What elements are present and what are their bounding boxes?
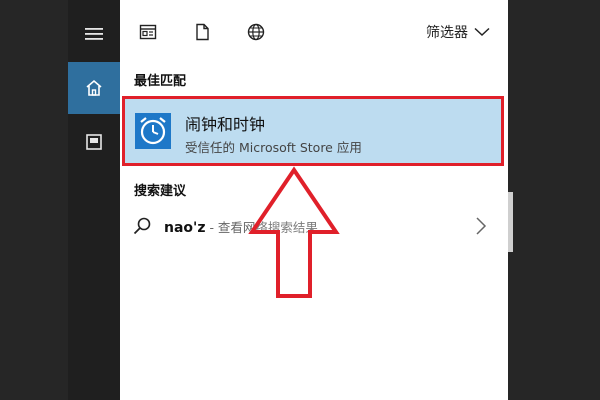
chevron-down-icon: [474, 27, 490, 37]
best-match-result[interactable]: 闹钟和时钟 受信任的 Microsoft Store 应用: [122, 96, 504, 166]
search-suggestion-item[interactable]: nao'z - 查看网络搜索结果: [120, 206, 508, 246]
search-results-panel: 筛选器 最佳匹配 闹钟和时钟 受信任的 Microsoft Store 应用 搜…: [120, 0, 508, 400]
suggestion-query: nao'z: [164, 220, 206, 236]
filter-label: 筛选器: [426, 25, 468, 41]
app-name: 闹钟和时钟: [185, 115, 266, 134]
recent-documents-button[interactable]: [68, 116, 120, 168]
home-button[interactable]: [68, 62, 120, 114]
web-filter-button[interactable]: [244, 20, 268, 44]
document-icon: [196, 23, 209, 41]
globe-icon: [247, 23, 265, 41]
background-left: [0, 0, 68, 400]
home-icon: [86, 79, 102, 96]
search-filter-bar: 筛选器: [120, 0, 508, 62]
recent-documents-icon: [86, 134, 102, 150]
background-right: [508, 0, 600, 400]
search-icon: [133, 217, 151, 235]
hamburger-menu-button[interactable]: [68, 8, 120, 60]
hamburger-menu-icon: [85, 28, 103, 40]
apps-icon: [139, 24, 157, 40]
documents-filter-button[interactable]: [190, 20, 214, 44]
app-subtitle: 受信任的 Microsoft Store 应用: [185, 140, 362, 155]
suggestion-suffix: - 查看网络搜索结果: [205, 220, 318, 235]
apps-filter-button[interactable]: [136, 20, 160, 44]
scrollbar-thumb[interactable]: [508, 192, 513, 252]
suggestion-text: nao'z - 查看网络搜索结果: [164, 217, 318, 236]
start-menu-rail: [68, 0, 120, 400]
filter-dropdown[interactable]: 筛选器: [426, 20, 490, 44]
best-match-heading: 最佳匹配: [134, 74, 187, 89]
search-suggestions-heading: 搜索建议: [134, 184, 187, 199]
alarm-clock-icon: [135, 113, 171, 149]
chevron-right-icon: [476, 217, 487, 235]
